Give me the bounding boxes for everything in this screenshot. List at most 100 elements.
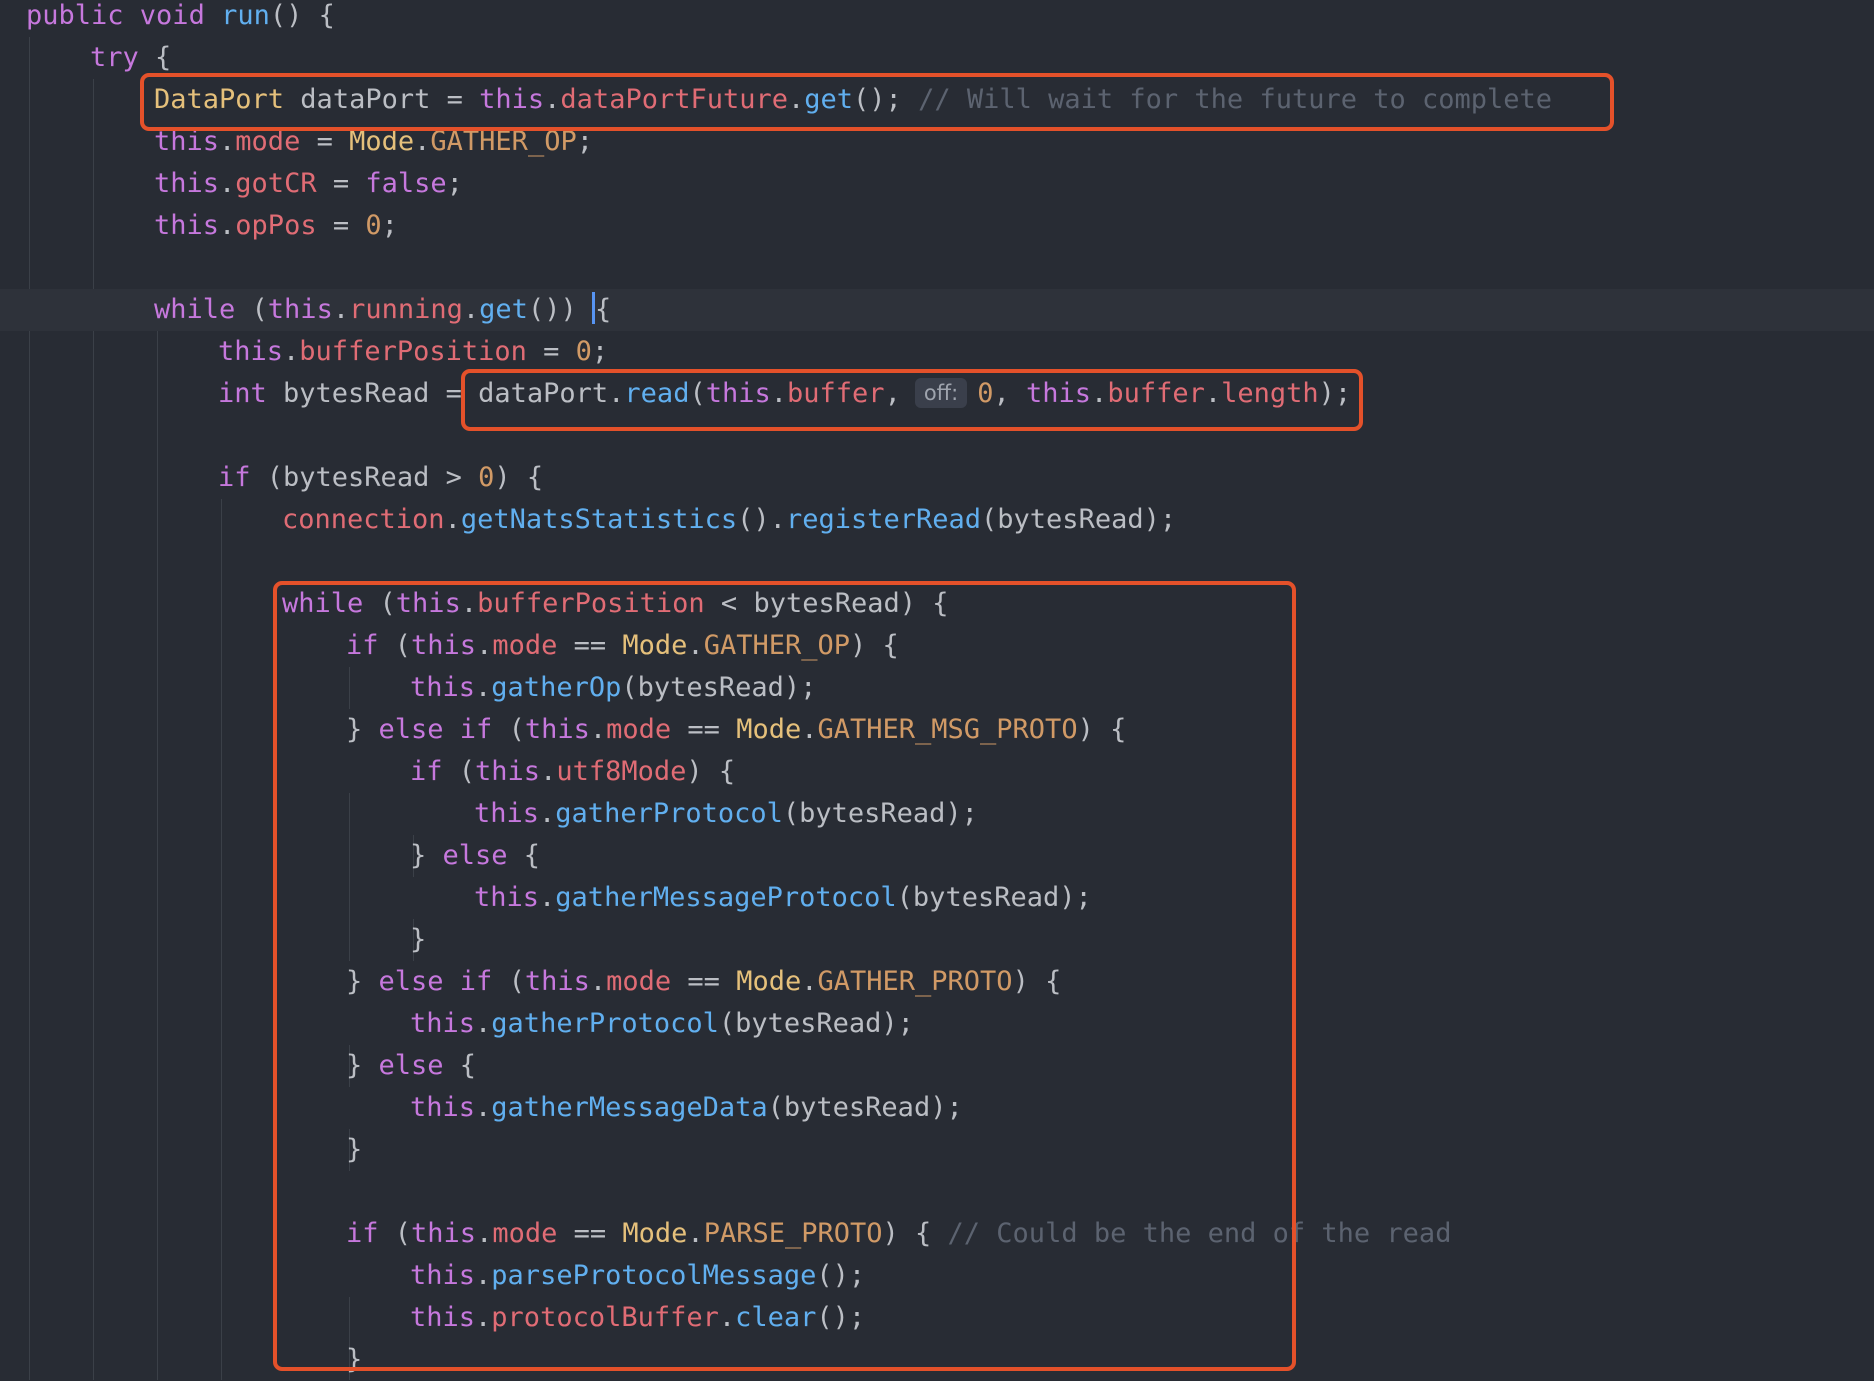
code-token: bufferPosition bbox=[299, 336, 527, 367]
code-token: { bbox=[443, 1050, 477, 1081]
code-token: registerRead bbox=[785, 504, 982, 535]
code-token: = bbox=[316, 210, 366, 241]
code-token: . bbox=[589, 714, 607, 745]
code-token: clear bbox=[735, 1302, 817, 1333]
code-token: getNatsStatistics bbox=[460, 504, 738, 535]
code-token: this bbox=[524, 966, 590, 997]
code-token: { bbox=[155, 42, 172, 73]
code-line[interactable]: this.gatherMessageData(bytesRead); bbox=[0, 1087, 1874, 1129]
code-token: this bbox=[410, 1092, 476, 1123]
code-token: . bbox=[540, 756, 557, 787]
code-line[interactable]: } bbox=[0, 1339, 1874, 1381]
code-token: , bbox=[884, 378, 901, 409]
code-line[interactable]: this.parseProtocolMessage(); bbox=[0, 1255, 1874, 1297]
code-token: . bbox=[475, 1260, 492, 1291]
code-token: mode bbox=[235, 126, 301, 157]
code-token: bufferPosition bbox=[477, 588, 705, 619]
code-line[interactable]: while (this.running.get()) { bbox=[0, 289, 1874, 331]
code-line[interactable]: DataPort dataPort = this.dataPortFuture.… bbox=[0, 79, 1874, 121]
code-line[interactable]: this.gotCR = false; bbox=[0, 163, 1874, 205]
code-token: get bbox=[479, 294, 528, 325]
code-line[interactable]: this.mode = Mode.GATHER_OP; bbox=[0, 121, 1874, 163]
code-token: public bbox=[26, 0, 140, 31]
code-line[interactable]: this.protocolBuffer.clear(); bbox=[0, 1297, 1874, 1339]
code-line[interactable] bbox=[0, 415, 1874, 457]
code-token: this bbox=[475, 756, 541, 787]
code-token: = bbox=[300, 126, 350, 157]
code-token: } bbox=[410, 924, 427, 955]
code-token: 0 bbox=[365, 210, 382, 241]
code-token: . bbox=[788, 84, 805, 115]
code-token: . bbox=[544, 84, 561, 115]
code-token: { bbox=[507, 840, 541, 871]
code-token: running bbox=[349, 294, 463, 325]
code-line[interactable]: connection.getNatsStatistics().registerR… bbox=[0, 499, 1874, 541]
code-line[interactable]: } bbox=[0, 919, 1874, 961]
code-token: 0 bbox=[977, 378, 994, 409]
code-token: . bbox=[414, 126, 431, 157]
code-line[interactable]: } else if (this.mode == Mode.GATHER_MSG_… bbox=[0, 709, 1874, 751]
code-token: { bbox=[594, 294, 612, 325]
code-token: . bbox=[801, 966, 818, 997]
code-line[interactable]: this.gatherMessageProtocol(bytesRead); bbox=[0, 877, 1874, 919]
code-token: Mode bbox=[736, 714, 802, 745]
code-token: } bbox=[346, 1344, 363, 1375]
code-token: , bbox=[993, 378, 1027, 409]
code-token: this bbox=[410, 1260, 476, 1291]
code-token: void bbox=[139, 0, 222, 31]
code-token: . bbox=[475, 672, 492, 703]
code-token: try bbox=[90, 42, 156, 73]
code-token: protocolBuffer bbox=[491, 1302, 719, 1333]
code-line[interactable]: this.opPos = 0; bbox=[0, 205, 1874, 247]
code-line[interactable]: this.gatherOp(bytesRead); bbox=[0, 667, 1874, 709]
code-token: else bbox=[378, 1050, 444, 1081]
code-token: this bbox=[410, 672, 476, 703]
code-line[interactable]: } else { bbox=[0, 835, 1874, 877]
code-line[interactable] bbox=[0, 541, 1874, 583]
code-token: == bbox=[671, 714, 737, 745]
code-token: gotCR bbox=[235, 168, 317, 199]
code-token: ; bbox=[576, 126, 593, 157]
code-line[interactable]: if (this.utf8Mode) { bbox=[0, 751, 1874, 793]
code-line[interactable]: if (this.mode == Mode.PARSE_PROTO) { // … bbox=[0, 1213, 1874, 1255]
code-token: gatherProtocol bbox=[491, 1008, 719, 1039]
code-token: gatherMessageData bbox=[491, 1092, 768, 1123]
code-token: else if bbox=[378, 714, 493, 745]
code-line[interactable]: } else { bbox=[0, 1045, 1874, 1087]
code-token: this bbox=[395, 588, 461, 619]
code-token: . bbox=[801, 714, 818, 745]
code-line[interactable]: while (this.bufferPosition < bytesRead) … bbox=[0, 583, 1874, 625]
code-token: . bbox=[462, 294, 480, 325]
code-line[interactable]: this.gatherProtocol(bytesRead); bbox=[0, 793, 1874, 835]
code-token: else bbox=[442, 840, 508, 871]
code-line[interactable]: } else if (this.mode == Mode.GATHER_PROT… bbox=[0, 961, 1874, 1003]
code-token: this bbox=[474, 882, 540, 913]
code-token: mode bbox=[606, 714, 672, 745]
code-line[interactable]: this.bufferPosition = 0; bbox=[0, 331, 1874, 373]
code-token: utf8Mode bbox=[556, 756, 687, 787]
code-token: this bbox=[267, 294, 333, 325]
code-token: this bbox=[154, 210, 220, 241]
code-token: ) { bbox=[494, 462, 544, 493]
code-token: GATHER_OP bbox=[703, 630, 850, 661]
code-line[interactable]: if (this.mode == Mode.GATHER_OP) { bbox=[0, 625, 1874, 667]
code-editor[interactable]: public void run() {try {DataPort dataPor… bbox=[0, 0, 1874, 1380]
code-token: ( bbox=[378, 1218, 412, 1249]
code-token: . bbox=[476, 1218, 493, 1249]
code-line[interactable]: int bytesRead = dataPort.read(this.buffe… bbox=[0, 373, 1874, 415]
code-line[interactable]: try { bbox=[0, 37, 1874, 79]
code-token: . bbox=[718, 1302, 736, 1333]
code-line[interactable]: if (bytesRead > 0) { bbox=[0, 457, 1874, 499]
code-token: if bbox=[410, 756, 443, 787]
code-line[interactable]: public void run() { bbox=[0, 0, 1874, 37]
code-line[interactable]: this.gatherProtocol(bytesRead); bbox=[0, 1003, 1874, 1045]
code-line[interactable] bbox=[0, 1171, 1874, 1213]
code-token: this bbox=[410, 1302, 476, 1333]
code-line[interactable] bbox=[0, 247, 1874, 289]
code-token: 0 bbox=[478, 462, 495, 493]
code-token: GATHER_OP bbox=[430, 126, 577, 157]
code-line[interactable]: } bbox=[0, 1129, 1874, 1171]
code-token: ( bbox=[442, 756, 476, 787]
code-token: == bbox=[671, 966, 737, 997]
code-token: . bbox=[539, 798, 556, 829]
